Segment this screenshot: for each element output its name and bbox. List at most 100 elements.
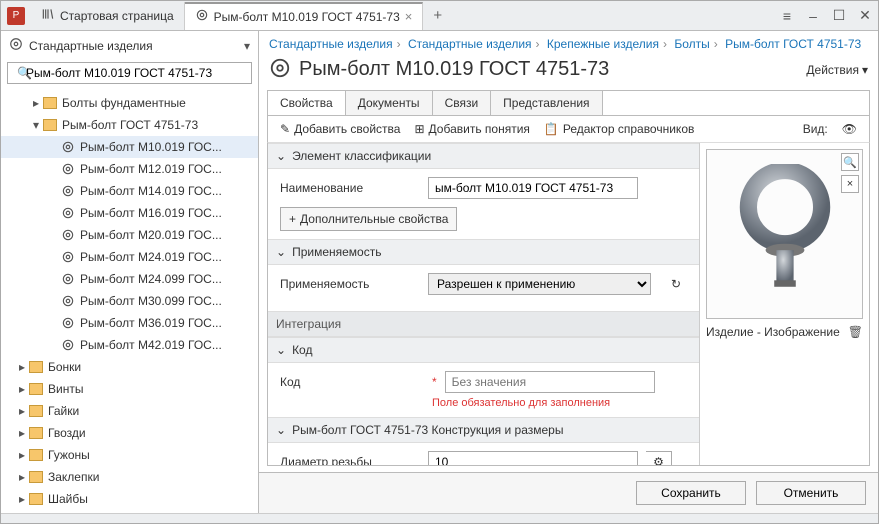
close-icon[interactable]: × xyxy=(841,175,859,193)
tab-current[interactable]: Рым-болт М10.019 ГОСТ 4751-73 × xyxy=(185,2,424,30)
close-button[interactable]: ✕ xyxy=(852,7,878,24)
gear-icon[interactable]: ⚙ xyxy=(646,451,672,465)
tree-folder[interactable]: ▸Гужоны xyxy=(1,444,258,466)
add-properties-button[interactable]: ✎Добавить свойства xyxy=(280,122,400,136)
section-applicability[interactable]: ⌄Применяемость xyxy=(268,239,699,265)
tree-folder-open[interactable]: ▾Рым-болт ГОСТ 4751-73 xyxy=(1,114,258,136)
tree-part[interactable]: Рым-болт М14.019 ГОС... xyxy=(1,180,258,202)
chevron-down-icon: ⌄ xyxy=(276,149,286,163)
save-button[interactable]: Сохранить xyxy=(636,481,746,505)
preview-panel: 🔍 × xyxy=(699,143,869,465)
main-panel: Стандартные изделия› Стандартные изделия… xyxy=(259,31,878,513)
folder-icon xyxy=(43,119,57,131)
tab-label: Стартовая страница xyxy=(60,9,174,23)
folder-icon xyxy=(29,405,43,417)
tree-folder[interactable]: ▸Гайки xyxy=(1,400,258,422)
applicability-select[interactable]: Разрешен к применению xyxy=(428,273,651,295)
add-concepts-button[interactable]: ⊞Добавить понятия xyxy=(414,122,529,136)
part-icon xyxy=(61,228,75,242)
section-classification[interactable]: ⌄Элемент классификации xyxy=(268,143,699,169)
close-icon[interactable]: × xyxy=(405,9,413,24)
refresh-icon[interactable]: ↻ xyxy=(665,273,687,295)
tree-part[interactable]: Рым-болт М36.019 ГОС... xyxy=(1,312,258,334)
search-icon: 🔍 xyxy=(17,66,32,80)
section-construction[interactable]: ⌄Рым-болт ГОСТ 4751-73 Конструкция и раз… xyxy=(268,417,699,443)
code-input[interactable] xyxy=(445,371,655,393)
tab-label: Рым-болт М10.019 ГОСТ 4751-73 xyxy=(214,10,400,24)
breadcrumb-link[interactable]: Рым-болт ГОСТ 4751-73 xyxy=(725,37,861,51)
reference-editor-button[interactable]: 📋Редактор справочников xyxy=(544,122,694,136)
chevron-down-icon: ⌄ xyxy=(276,423,286,437)
tab-properties[interactable]: Свойства xyxy=(268,91,346,115)
tree-folder[interactable]: ▸Болты фундаментные xyxy=(1,92,258,114)
tree-part[interactable]: Рым-болт М30.099 ГОС... xyxy=(1,290,258,312)
pencil-icon: ✎ xyxy=(280,122,290,136)
tab-representations[interactable]: Представления xyxy=(491,91,602,115)
search-box: 🔍 xyxy=(7,62,252,84)
trash-icon[interactable]: 🗑 xyxy=(848,325,863,339)
part-icon xyxy=(61,140,75,154)
footer: Сохранить Отменить xyxy=(259,472,878,513)
folder-icon xyxy=(29,427,43,439)
part-icon xyxy=(61,338,75,352)
properties-panel: ⌄Элемент классификации Наименование +Доп… xyxy=(268,143,699,465)
eye-off-icon[interactable]: 👁 xyxy=(842,122,857,136)
actions-menu[interactable]: Действия ▾ xyxy=(806,63,868,77)
breadcrumb-link[interactable]: Стандартные изделия xyxy=(408,37,532,51)
folder-icon xyxy=(29,449,43,461)
sidebar: Стандартные изделия ▾ 🔍 ▸Болты фундамент… xyxy=(1,31,259,513)
thread-diameter-input[interactable] xyxy=(428,451,638,465)
chevron-down-icon: ⌄ xyxy=(276,245,286,259)
tree-part[interactable]: Рым-болт М24.099 ГОС... xyxy=(1,268,258,290)
tab-links[interactable]: Связи xyxy=(433,91,492,115)
code-error: Поле обязательно для заполнения xyxy=(280,397,687,409)
cancel-button[interactable]: Отменить xyxy=(756,481,866,505)
tree-part[interactable]: Рым-болт М42.019 ГОС... xyxy=(1,334,258,356)
grid-icon: ⊞ xyxy=(414,122,424,136)
code-label: Код xyxy=(280,375,420,389)
breadcrumb: Стандартные изделия› Стандартные изделия… xyxy=(259,31,878,53)
tree-folder[interactable]: ▸Заклепки xyxy=(1,466,258,488)
tree-part[interactable]: Рым-болт М10.019 ГОС... xyxy=(1,136,258,158)
title-bar: Р Стартовая страница Рым-болт М10.019 ГО… xyxy=(1,1,878,31)
part-icon xyxy=(61,184,75,198)
tree-folder[interactable]: ▸Винты xyxy=(1,378,258,400)
zoom-in-icon[interactable]: 🔍 xyxy=(841,153,859,171)
page-title: Рым-болт М10.019 ГОСТ 4751-73 xyxy=(299,58,609,81)
tree-part[interactable]: Рым-болт М20.019 ГОС... xyxy=(1,224,258,246)
tree-folder[interactable]: ▸Шайбы xyxy=(1,488,258,510)
part-icon xyxy=(61,162,75,176)
tree-part[interactable]: Рым-болт М12.019 ГОС... xyxy=(1,158,258,180)
part-icon xyxy=(61,206,75,220)
tab-documents[interactable]: Документы xyxy=(346,91,433,115)
folder-icon xyxy=(29,383,43,395)
part-icon xyxy=(195,8,209,25)
name-input[interactable] xyxy=(428,177,638,199)
tree-folder[interactable]: ▸Бонки xyxy=(1,356,258,378)
name-label: Наименование xyxy=(280,181,420,195)
dropdown-icon[interactable]: ▾ xyxy=(244,39,250,53)
folder-icon xyxy=(29,361,43,373)
section-integration[interactable]: Интеграция xyxy=(268,311,699,337)
minimize-button[interactable]: – xyxy=(800,8,826,24)
gear-icon xyxy=(9,37,23,54)
tree-part[interactable]: Рым-болт М24.019 ГОС... xyxy=(1,246,258,268)
book-icon: 📋 xyxy=(544,122,559,136)
tree-part[interactable]: Рым-болт М16.019 ГОС... xyxy=(1,202,258,224)
breadcrumb-link[interactable]: Крепежные изделия xyxy=(547,37,659,51)
status-bar xyxy=(1,513,878,523)
settings-icon[interactable]: ≡ xyxy=(774,8,800,24)
breadcrumb-link[interactable]: Болты xyxy=(674,37,709,51)
folder-icon xyxy=(43,97,57,109)
part-icon xyxy=(61,250,75,264)
breadcrumb-link[interactable]: Стандартные изделия xyxy=(269,37,393,51)
tree-folder[interactable]: ▸Гвозди xyxy=(1,422,258,444)
search-input[interactable] xyxy=(7,62,252,84)
additional-properties-button[interactable]: +Дополнительные свойства xyxy=(280,207,457,231)
tab-start-page[interactable]: Стартовая страница xyxy=(31,2,185,30)
maximize-button[interactable]: ☐ xyxy=(826,7,852,24)
part-icon xyxy=(61,294,75,308)
chevron-down-icon: ⌄ xyxy=(276,343,286,357)
section-code[interactable]: ⌄Код xyxy=(268,337,699,363)
new-tab-button[interactable]: + xyxy=(423,7,452,24)
